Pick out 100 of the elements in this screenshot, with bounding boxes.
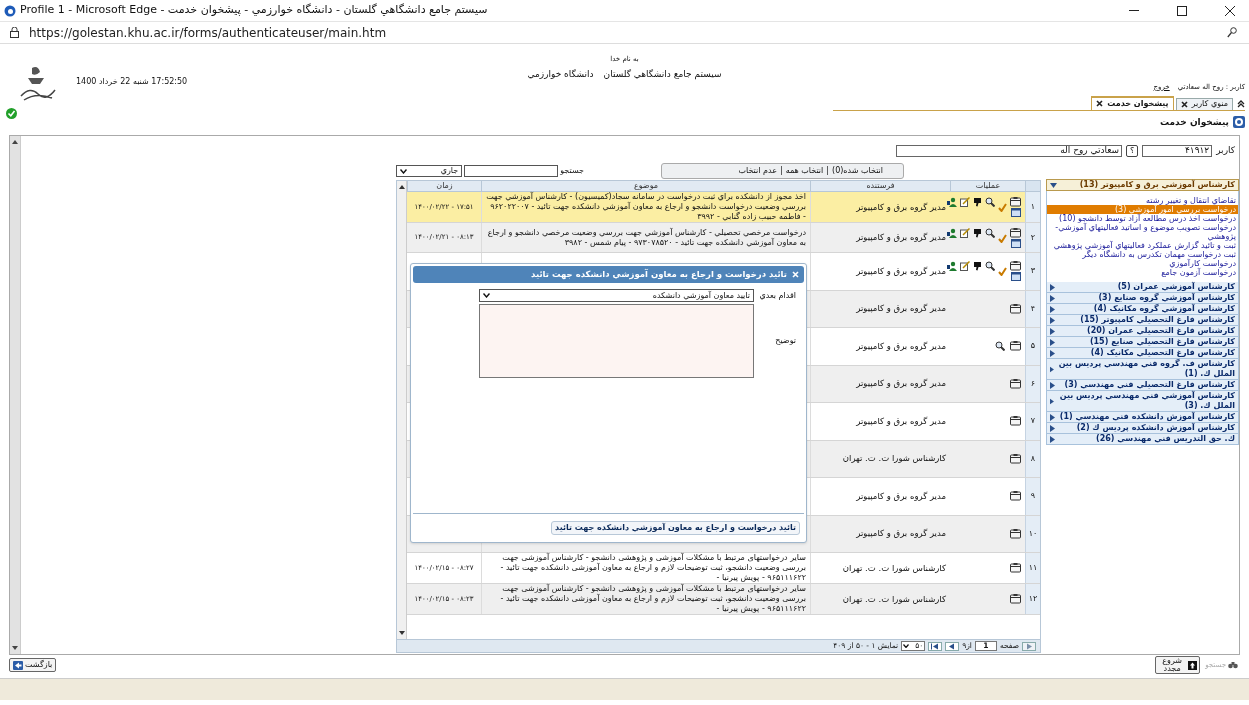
group-label: کارشناس آموزشي گروه مکانيک (4)	[1093, 304, 1235, 314]
menu-item[interactable]: درخواست کارآموزي	[1047, 259, 1238, 268]
document-icon	[1010, 227, 1021, 238]
help-icon[interactable]	[1233, 116, 1245, 129]
minimize-icon[interactable]	[1129, 9, 1139, 12]
user-icon	[947, 197, 957, 207]
thumbs-down-icon	[973, 261, 982, 272]
maximize-icon[interactable]	[1177, 5, 1187, 16]
sender-cell: مدير گروه برق و کامپيوتر	[856, 264, 946, 278]
group-label: کارشناس آموزشي عمران (5)	[1117, 282, 1235, 292]
close-icon[interactable]	[1180, 100, 1188, 108]
row-number: ۱۲	[1028, 593, 1038, 605]
document-icon	[1010, 453, 1021, 464]
browser-icon	[4, 4, 16, 17]
sender-cell: مدير گروه برق و کامپيوتر	[856, 231, 946, 244]
user-code-field[interactable]: ۴۱۹۱۲	[1142, 145, 1213, 157]
row-number: ۶	[1030, 377, 1036, 390]
tab[interactable]: پيشخوان خدمت	[1091, 95, 1174, 110]
checkmark-icon	[998, 233, 1007, 243]
row-number: ۳	[1030, 265, 1036, 278]
table-row[interactable]	[407, 553, 1040, 584]
accordion-header[interactable]: کارشناس آموزشي گروه صنايع (3)	[1046, 293, 1239, 304]
close-icon[interactable]	[1096, 100, 1104, 107]
search-field[interactable]	[464, 165, 559, 177]
collapse-icon[interactable]	[1237, 99, 1245, 108]
subject-cell: درخواست مرخصي تحصيلي - کارشناس آموزشي جهت بررسي وضعيت مرخصي دانشجو و ارجاع به معاون آموزشي دانشکده جهت تائيد - ۹۷۳۰۷۸۵۲۰ - پيام شمس - ۳۹۸۲	[486, 227, 806, 248]
group-label: کارشناس آموزش دانشکده پرديس ك (2)	[1076, 423, 1235, 433]
accordion-header[interactable]: کارشناس فارغ التحصيلي مکانيک (4)	[1046, 348, 1239, 359]
checkmark-icon	[998, 203, 1007, 212]
sender-cell: کارشناس شورا ت. ت. تهران	[842, 592, 946, 606]
sender-cell: مدير گروه برق و کامپيوتر	[856, 302, 946, 316]
column-header: فرستنده	[810, 181, 950, 191]
document-icon	[1010, 594, 1021, 604]
selection-link[interactable]: انتخاب شده(0)	[832, 165, 883, 177]
document-icon	[1010, 416, 1021, 427]
table-row[interactable]	[407, 192, 1040, 223]
sender-cell: مدير گروه برق و کامپيوتر	[856, 527, 946, 541]
sender-cell: مدير گروه برق و کامپيوتر	[856, 339, 946, 353]
tab[interactable]: منوي کاربر	[1175, 97, 1233, 110]
menu-item[interactable]: درخواست آزمون جامع	[1047, 268, 1238, 277]
back-button[interactable]: بازگشت	[9, 658, 57, 672]
column-header: عمليات	[950, 181, 1025, 191]
filter-select[interactable]: جاري	[396, 165, 463, 177]
binoculars-icon	[1228, 661, 1238, 669]
page-title: پيشخوان خدمت	[1159, 115, 1229, 129]
accordion-header[interactable]: کارشناس فارغ التحصيلي کامپيوتر (15)	[1046, 315, 1239, 326]
thumbs-down-icon	[973, 227, 982, 238]
accordion-header[interactable]: کارشناس آموزش دانشکده فني مهندسي (1)	[1046, 412, 1239, 423]
user-icon	[947, 227, 957, 238]
sender-cell: مدير گروه برق و کامپيوتر	[856, 414, 946, 428]
accordion-header[interactable]: کارشناس آموزش دانشکده پرديس ك (2)	[1046, 423, 1239, 434]
document-icon	[1010, 303, 1021, 314]
menu-item[interactable]: تقاضاي انتقال و تغيير رشته	[1047, 196, 1238, 205]
description-field[interactable]	[479, 304, 754, 378]
next-page-icon[interactable]	[945, 641, 960, 651]
window-icon	[1011, 272, 1021, 282]
confirm-button[interactable]: تائيد درخواست و ارجاع به معاون آموزشي دانشکده جهت تائيد	[551, 521, 800, 535]
accordion-header[interactable]: کارشناس آموزشي گروه مکانيک (4)	[1046, 304, 1239, 315]
window-icon	[1011, 238, 1021, 248]
thumbs-down-icon	[973, 197, 982, 207]
row-number: ۵	[1030, 340, 1036, 353]
accordion-header[interactable]: ك. حق التدريس فني مهندسي (26)	[1046, 434, 1239, 445]
previous-page-icon[interactable]	[1022, 641, 1036, 651]
document-icon	[1010, 563, 1021, 573]
chevron-icon	[903, 644, 910, 648]
note-edit-icon	[960, 261, 970, 272]
back-arrow-icon	[13, 660, 23, 670]
restart-button[interactable]: شروع مجدد	[1155, 656, 1201, 674]
row-number: ۱۰	[1028, 527, 1038, 540]
user-icon	[947, 261, 957, 272]
accordion-header[interactable]: کارشناس فارغ التحصيلي صنايع (15)	[1046, 337, 1239, 348]
separator-text: |	[826, 165, 829, 177]
last-page-icon[interactable]	[928, 641, 943, 651]
note-edit-icon	[960, 197, 970, 207]
menu-item[interactable]: درخواست اخذ درس مطالعه آزاد توسط دانشجو (10)	[1047, 214, 1238, 223]
selection-link[interactable]: انتخاب همه	[785, 165, 824, 177]
help-button[interactable]: ؟	[1126, 145, 1139, 157]
close-icon[interactable]	[1225, 5, 1235, 16]
next-action-select[interactable]: تاييد معاون آموزشي دانشکده	[479, 289, 754, 302]
subject-cell-text: سایر درخواستهای مرتبط با مشکلات آموزشی و پژوهشی دانشجو - کارشناس آموزشی جهت بررسی وضعیت دانشجو، ثبت توضیحات لازم و ارجاع به معاون آموزشی دانشکده جهت تائید - ۹۶۵۱۱۱۶۲۲ - پویش پیرنیا -	[499, 584, 806, 614]
user-name-field[interactable]: سعادتي روح اله	[896, 145, 1123, 157]
document-icon	[1010, 528, 1021, 539]
dialog-title: تائيد درخواست و ارجاع به معاون آموزشي دانشکده جهت تائيد	[531, 268, 787, 281]
menu-item[interactable]: ثبت درخواست مهمان تکدرس به دانشگاه ديگر	[1047, 250, 1238, 259]
accordion-header[interactable]: کارشناس آموزشي برق و کامپيوتر (13)	[1046, 179, 1239, 191]
document-icon	[1010, 261, 1021, 272]
table-row[interactable]	[407, 584, 1040, 615]
menu-item[interactable]: ثبت و تائيد گزارش عملکرد فعاليتهاي آموزشي پژوهشي	[1047, 241, 1238, 250]
sender-cell: کارشناس شورا ت. ت. تهران	[842, 452, 946, 466]
row-number: ۹	[1030, 490, 1036, 503]
note-edit-icon	[960, 227, 970, 238]
group-label: کارشناس فارغ التحصيلي مکانيک (4)	[1090, 348, 1235, 358]
accordion-header[interactable]: کارشناس فارغ التحصيلي عمران (20)	[1046, 326, 1239, 337]
menu-item[interactable]: درخواست تصويب موضوع و اساتيد فعاليتهاي آموزشي-پژوهشي	[1047, 223, 1238, 241]
accordion-header[interactable]: کارشناس آموزشي عمران (5)	[1046, 282, 1239, 293]
window-title: سيستم جامع دانشگاهي گلستان - دانشگاه خوارزمي - پيشخوان خدمت - Profile 1 - Microsoft Edge	[20, 2, 488, 19]
lock-icon	[10, 27, 19, 38]
sender-cell: مدير گروه برق و کامپيوتر	[856, 200, 946, 214]
key-icon[interactable]	[1227, 27, 1237, 38]
selection-link[interactable]: عدم انتخاب	[738, 165, 777, 177]
